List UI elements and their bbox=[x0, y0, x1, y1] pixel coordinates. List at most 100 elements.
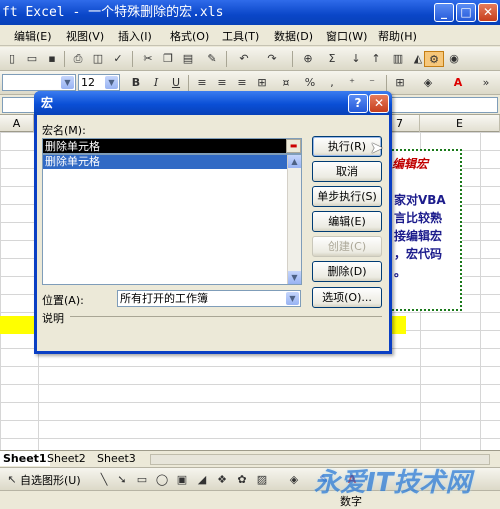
menu-insert[interactable]: 插入(I) bbox=[118, 28, 152, 44]
line-icon[interactable]: ╲ bbox=[96, 472, 112, 488]
spelling-icon[interactable]: ✓ bbox=[110, 51, 126, 67]
sheet-tab-1[interactable]: Sheet1 bbox=[0, 451, 50, 466]
macro-icon[interactable]: ⚙ bbox=[424, 51, 444, 67]
dialog-close-button[interactable]: ✕ bbox=[369, 94, 389, 113]
autosum-icon[interactable]: Σ bbox=[324, 51, 340, 67]
print-icon[interactable]: ⎙ bbox=[70, 51, 86, 67]
comma-icon[interactable]: , bbox=[324, 75, 340, 91]
font-size-select[interactable]: 12 ▼ bbox=[78, 74, 120, 91]
step-into-button[interactable]: 单步执行(S) bbox=[312, 186, 382, 207]
camera-icon[interactable]: ◉ bbox=[446, 51, 462, 67]
autoshapes-menu[interactable]: 自选图形(U) bbox=[20, 472, 81, 488]
print-preview-icon[interactable]: ◫ bbox=[90, 51, 106, 67]
menu-bar: 编辑(E) 视图(V) 插入(I) 格式(O) 工具(T) 数据(D) 窗口(W… bbox=[0, 25, 500, 46]
open-icon[interactable]: ▭ bbox=[24, 51, 40, 67]
font-name-select[interactable]: ▼ bbox=[2, 74, 76, 91]
close-window-button[interactable]: ✕ bbox=[478, 3, 498, 22]
font-size-value: 12 bbox=[81, 76, 95, 89]
arrow-icon[interactable]: ➘ bbox=[114, 472, 130, 488]
list-item[interactable]: 删除单元格 bbox=[43, 155, 287, 169]
align-center-icon[interactable]: ≡ bbox=[214, 75, 230, 91]
macro-name-label: 宏名(M): bbox=[42, 124, 86, 137]
window-title: ft Excel - 一个特殊删除的宏.xls bbox=[2, 5, 224, 20]
copy-icon[interactable]: ❐ bbox=[160, 51, 176, 67]
cancel-button[interactable]: 取消 bbox=[312, 161, 382, 182]
borders-icon[interactable]: ⊞ bbox=[392, 75, 408, 91]
menu-view[interactable]: 视图(V) bbox=[66, 28, 104, 44]
sheet-tab-2[interactable]: Sheet2 bbox=[44, 451, 89, 466]
create-button[interactable]: 创建(C) bbox=[312, 236, 382, 257]
picture-icon[interactable]: ▨ bbox=[254, 472, 270, 488]
chart-wizard-icon[interactable]: ▥ bbox=[390, 51, 406, 67]
menu-help[interactable]: 帮助(H) bbox=[378, 28, 417, 44]
increase-decimal-icon[interactable]: ⁺ bbox=[344, 75, 360, 91]
toolbar-separator bbox=[64, 51, 65, 67]
diagram-icon[interactable]: ❖ bbox=[214, 472, 230, 488]
decrease-decimal-icon[interactable]: ⁻ bbox=[364, 75, 380, 91]
menu-edit[interactable]: 编辑(E) bbox=[14, 28, 52, 44]
column-header-A[interactable]: A bbox=[0, 115, 34, 132]
hyperlink-icon[interactable]: ⊕ bbox=[300, 51, 316, 67]
highlighted-cell[interactable] bbox=[0, 316, 38, 334]
menu-window[interactable]: 窗口(W) bbox=[326, 28, 367, 44]
percent-button[interactable]: % bbox=[302, 75, 318, 91]
description-divider bbox=[70, 316, 382, 317]
wordart-icon[interactable]: ◢ bbox=[194, 472, 210, 488]
options-button[interactable]: 选项(O)... bbox=[312, 287, 382, 308]
help-button[interactable]: ? bbox=[348, 94, 368, 113]
chevron-down-icon: ▼ bbox=[61, 76, 74, 89]
toolbar-separator bbox=[386, 75, 387, 91]
delete-button[interactable]: 删除(D) bbox=[312, 261, 382, 282]
oval-icon[interactable]: ◯ bbox=[154, 472, 170, 488]
new-icon[interactable]: ▯ bbox=[4, 51, 20, 67]
watermark-logo: 永爱IT技术网 bbox=[290, 432, 500, 502]
menu-format[interactable]: 格式(O) bbox=[170, 28, 209, 44]
draw-pointer-icon[interactable]: ↖ bbox=[4, 472, 20, 488]
edit-button[interactable]: 编辑(E) bbox=[312, 211, 382, 232]
sheet-tab-3[interactable]: Sheet3 bbox=[94, 451, 139, 466]
menu-tools[interactable]: 工具(T) bbox=[222, 28, 259, 44]
scroll-down-icon[interactable]: ▼ bbox=[288, 271, 301, 284]
format-painter-icon[interactable]: ✎ bbox=[204, 51, 220, 67]
align-right-icon[interactable]: ≡ bbox=[234, 75, 250, 91]
macro-name-input[interactable]: 删除单元格 bbox=[42, 138, 302, 154]
sort-desc-icon[interactable]: ↑ bbox=[368, 51, 384, 67]
list-scrollbar[interactable]: ▲ ▼ bbox=[287, 155, 301, 284]
align-left-icon[interactable]: ≡ bbox=[194, 75, 210, 91]
macro-list[interactable] bbox=[42, 154, 302, 285]
underline-button[interactable]: U bbox=[168, 75, 184, 91]
location-value: 所有打开的工作簿 bbox=[120, 292, 208, 305]
description-label: 说明 bbox=[42, 312, 64, 325]
bold-button[interactable]: B bbox=[128, 75, 144, 91]
merge-center-icon[interactable]: ⊞ bbox=[254, 75, 270, 91]
toolbar-options-icon[interactable]: » bbox=[478, 75, 494, 91]
textbox-line: 家对VBA bbox=[394, 193, 446, 207]
watermark-text: 永爱IT技术网 bbox=[314, 468, 472, 498]
save-icon[interactable]: ▪ bbox=[44, 51, 60, 67]
redo-icon[interactable]: ↷ bbox=[264, 51, 280, 67]
column-header-E[interactable]: E bbox=[420, 115, 500, 132]
textbox-line: 言比较熟 bbox=[394, 211, 443, 225]
toolbar-separator bbox=[226, 51, 227, 67]
currency-icon[interactable]: ¤ bbox=[278, 75, 294, 91]
rectangle-icon[interactable]: ▭ bbox=[134, 472, 150, 488]
textbox-line: ，宏代码 bbox=[394, 247, 443, 261]
cut-icon[interactable]: ✂ bbox=[140, 51, 156, 67]
fill-color-icon[interactable]: ◈ bbox=[420, 75, 436, 91]
window-title-bar: ft Excel - 一个特殊删除的宏.xls bbox=[0, 0, 500, 25]
collapse-dialog-icon[interactable]: ▬ bbox=[286, 139, 301, 153]
font-color-icon[interactable]: A bbox=[450, 75, 466, 91]
scroll-up-icon[interactable]: ▲ bbox=[288, 155, 301, 168]
sheet-textbox[interactable]: 编辑宏 家对VBA 言比较熟 接编辑宏 ，宏代码 。 bbox=[388, 149, 462, 311]
undo-icon[interactable]: ↶ bbox=[236, 51, 252, 67]
sort-asc-icon[interactable]: ↓ bbox=[348, 51, 364, 67]
minimize-button[interactable]: _ bbox=[434, 3, 454, 22]
paste-icon[interactable]: ▤ bbox=[180, 51, 196, 67]
chevron-down-icon: ▼ bbox=[286, 292, 299, 305]
maximize-button[interactable]: □ bbox=[456, 3, 476, 22]
menu-data[interactable]: 数据(D) bbox=[274, 28, 313, 44]
italic-button[interactable]: I bbox=[148, 75, 164, 91]
location-select[interactable]: 所有打开的工作簿 ▼ bbox=[117, 290, 301, 307]
textbox-icon[interactable]: ▣ bbox=[174, 472, 190, 488]
clipart-icon[interactable]: ✿ bbox=[234, 472, 250, 488]
